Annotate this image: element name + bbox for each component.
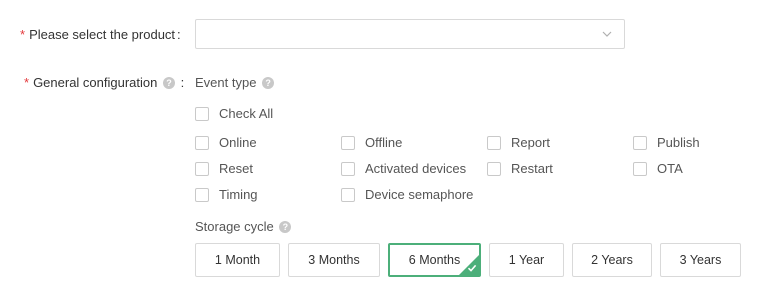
storage-option-label: 6 Months xyxy=(408,253,461,267)
storage-option-6-months[interactable]: 6 Months xyxy=(388,243,481,277)
event-type-label: Event type xyxy=(195,75,257,90)
event-option-reset[interactable]: Reset xyxy=(195,161,253,176)
checkbox-box[interactable] xyxy=(633,135,647,150)
checkbox-box[interactable] xyxy=(487,161,501,176)
storage-option-2-years[interactable]: 2 Years xyxy=(572,243,652,277)
event-option-label: Reset xyxy=(219,161,253,176)
event-option-label: Activated devices xyxy=(365,161,467,176)
event-option-label: Publish xyxy=(657,135,700,150)
event-option-restart[interactable]: Restart xyxy=(487,161,553,176)
general-config-colon: : xyxy=(180,75,185,90)
help-icon[interactable]: ? xyxy=(279,221,292,233)
event-option-offline[interactable]: Offline xyxy=(341,135,402,150)
general-config-label-row: * General configuration ? : xyxy=(24,75,184,90)
storage-option-1-month[interactable]: 1 Month xyxy=(195,243,280,277)
checkbox-box[interactable] xyxy=(341,187,355,202)
product-colon: : xyxy=(177,27,181,42)
storage-cycle-label: Storage cycle xyxy=(195,219,274,234)
required-mark: * xyxy=(20,27,26,42)
event-option-report[interactable]: Report xyxy=(487,135,550,150)
checkbox-box[interactable] xyxy=(195,106,209,121)
storage-cycle-heading: Storage cycle ? xyxy=(195,219,292,234)
storage-option-label: 1 Month xyxy=(214,253,261,267)
storage-option-label: 2 Years xyxy=(591,253,633,267)
check-all-checkbox[interactable]: Check All xyxy=(195,106,273,121)
event-option-activated-devices[interactable]: Activated devices xyxy=(341,161,466,176)
product-select[interactable] xyxy=(195,19,625,49)
event-option-label: Restart xyxy=(511,161,553,176)
checkbox-box[interactable] xyxy=(195,187,209,202)
event-option-label: OTA xyxy=(657,161,683,176)
storage-option-label: 3 Years xyxy=(679,253,722,267)
checkbox-box[interactable] xyxy=(195,135,209,150)
product-label: Please select the product xyxy=(29,27,176,42)
event-option-timing[interactable]: Timing xyxy=(195,187,258,202)
product-label-row: * Please select the product: xyxy=(20,27,181,42)
checkbox-box[interactable] xyxy=(487,135,501,150)
help-icon[interactable]: ? xyxy=(262,77,275,89)
event-option-publish[interactable]: Publish xyxy=(633,135,700,150)
check-all-label: Check All xyxy=(219,106,274,121)
event-option-label: Device semaphore xyxy=(365,187,474,202)
storage-option-label: 1 Year xyxy=(508,253,545,267)
checkbox-box[interactable] xyxy=(633,161,647,176)
help-icon[interactable]: ? xyxy=(163,77,175,89)
event-option-label: Offline xyxy=(365,135,403,150)
checkbox-box[interactable] xyxy=(341,161,355,176)
chevron-down-icon xyxy=(602,31,612,37)
event-type-heading: Event type ? xyxy=(195,75,275,90)
storage-option-3-years[interactable]: 3 Years xyxy=(660,243,741,277)
event-option-label: Report xyxy=(511,135,551,150)
checkbox-box[interactable] xyxy=(341,135,355,150)
event-option-ota[interactable]: OTA xyxy=(633,161,683,176)
event-option-device-semaphore[interactable]: Device semaphore xyxy=(341,187,473,202)
checkbox-box[interactable] xyxy=(195,161,209,176)
required-mark: * xyxy=(24,75,30,90)
storage-option-label: 3 Months xyxy=(308,253,360,267)
general-config-label: General configuration xyxy=(33,75,158,90)
event-option-online[interactable]: Online xyxy=(195,135,257,150)
check-icon xyxy=(467,264,477,272)
storage-option-3-months[interactable]: 3 Months xyxy=(288,243,380,277)
storage-option-1-year[interactable]: 1 Year xyxy=(489,243,564,277)
event-option-label: Online xyxy=(219,135,257,150)
event-option-label: Timing xyxy=(219,187,258,202)
